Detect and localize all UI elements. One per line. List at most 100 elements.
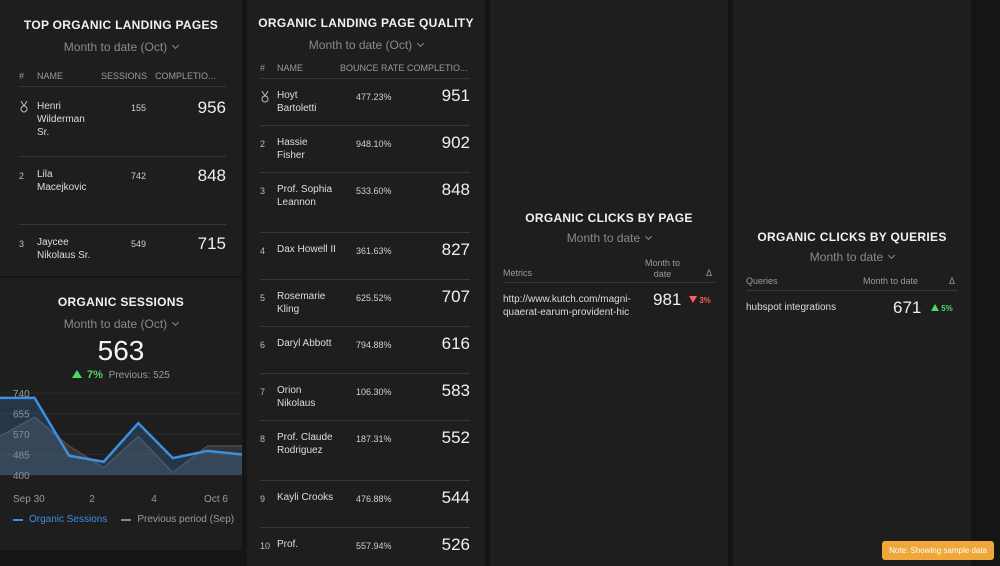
col-delta: Δ [949,276,956,286]
up-arrow-icon [931,304,939,311]
period-label: Month to date (Oct) [308,38,413,52]
row-name: Dax Howell II [277,244,336,255]
x-tick-label: 4 [151,494,157,505]
row-bounce: 557.94% [356,541,392,551]
period-label: Month to date (Oct) [63,40,168,54]
chevron-down-icon [888,251,896,260]
row-name: Orion Nikolaus [277,385,316,409]
landing-quality-panel: ORGANIC LANDING PAGE QUALITY Month to da… [247,0,485,566]
row-rank: 6 [260,340,266,350]
query-value: 671 [893,298,922,317]
row-completions: 715 [197,234,226,253]
row-completions: 583 [441,381,470,400]
row-name: Henri Wilderman Sr. [37,101,85,138]
metric-value: 981 [653,290,682,309]
chevron-down-icon [645,232,653,241]
row-bounce: 948.10% [356,139,392,149]
col-completions: COMPLETIO... [155,71,216,81]
row-bounce: 361.63% [356,246,392,256]
col-bounce: BOUNCE RATE [340,63,405,73]
period-dropdown[interactable]: Month to date (Oct) [0,317,242,331]
divider [260,279,470,280]
row-sessions: 155 [131,103,147,113]
divider [260,527,470,528]
col-month: Month to date [644,258,681,279]
divider [260,172,470,173]
row-rank: 10 [260,541,271,551]
row-rank: 3 [19,239,25,249]
panel-title: ORGANIC CLICKS BY PAGE [525,211,693,225]
period-label: Month to date [566,231,641,245]
row-bounce: 625.52% [356,293,392,303]
row-completions: 544 [441,488,470,507]
row-name: Hoyt Bartoletti [277,90,317,114]
sample-data-note: Note: Showing sample data [882,541,994,560]
row-rank: 7 [260,387,266,397]
col-month: Month to date [863,276,919,286]
col-name: NAME [277,63,304,73]
kpi-previous: Previous: 525 [108,370,170,381]
period-dropdown[interactable]: Month to date [733,250,971,264]
landing-pages-panel: TOP ORGANIC LANDING PAGES Month to date … [0,0,242,276]
row-name: Daryl Abbott [277,338,332,349]
metric-url[interactable]: http://www.kutch.com/magni-quaerat-earum… [503,293,633,319]
row-name: Rosemarie Kling [277,291,326,315]
divider [503,282,715,283]
row-bounce: 794.88% [356,340,392,350]
divider [260,420,470,421]
legend-item-previous[interactable]: Previous period (Sep) [121,514,234,525]
panel-title: ORGANIC SESSIONS [57,295,185,309]
up-arrow-icon [72,370,83,378]
row-completions: 616 [441,334,470,353]
divider [19,86,226,87]
row-rank: 4 [260,246,266,256]
kpi-delta: 7% [86,369,103,381]
down-arrow-icon [689,296,697,303]
kpi-value: 563 [97,335,145,366]
chart-legend: Organic Sessions Previous period (Sep) [13,514,234,525]
metric-delta: 3% [699,296,711,305]
medal-icon [260,90,270,108]
row-sessions: 549 [131,239,147,249]
period-dropdown[interactable]: Month to date (Oct) [247,38,485,52]
row-rank: 3 [260,186,266,196]
row-bounce: 476.88% [356,494,392,504]
row-rank: 2 [19,171,25,181]
row-name: Prof. Claude Rodriguez [277,432,333,456]
row-completions: 951 [441,86,470,105]
period-label: Month to date [809,250,884,264]
col-name: NAME [37,71,64,81]
row-rank: 8 [260,434,266,444]
query-text[interactable]: hubspot integrations [746,302,836,313]
row-completions: 827 [441,240,470,259]
panel-title: ORGANIC LANDING PAGE QUALITY [258,16,474,30]
col-rank: # [260,63,266,73]
chevron-down-icon [172,318,180,327]
divider [260,326,470,327]
query-delta: 5% [941,304,953,313]
col-completions: COMPLETIO... [407,63,468,73]
divider [260,232,470,233]
row-rank: 5 [260,293,266,303]
row-sessions: 742 [131,171,147,181]
legend-item-current[interactable]: Organic Sessions [13,514,107,525]
period-dropdown[interactable]: Month to date (Oct) [0,40,242,54]
col-queries: Queries [746,276,778,286]
divider [260,78,470,79]
clicks-by-queries-panel: ORGANIC CLICKS BY QUERIES Month to date … [733,0,971,566]
row-completions: 707 [441,287,470,306]
period-label: Month to date (Oct) [63,317,168,331]
row-bounce: 187.31% [356,434,392,444]
col-rank: # [19,71,25,81]
clicks-by-page-panel: ORGANIC CLICKS BY PAGE Month to date Met… [490,0,728,566]
row-completions: 902 [441,133,470,152]
period-dropdown[interactable]: Month to date [490,231,728,245]
row-name: Lila Macejkovic [37,169,87,193]
col-delta: Δ [706,268,713,278]
divider [746,290,958,291]
sessions-chart: 740655570485400Sep 3024Oct 6 [0,389,242,505]
row-bounce: 477.23% [356,92,392,102]
divider [260,125,470,126]
row-name: Jaycee Nikolaus Sr. [37,237,91,261]
query-delta-row: 5% [931,304,953,313]
